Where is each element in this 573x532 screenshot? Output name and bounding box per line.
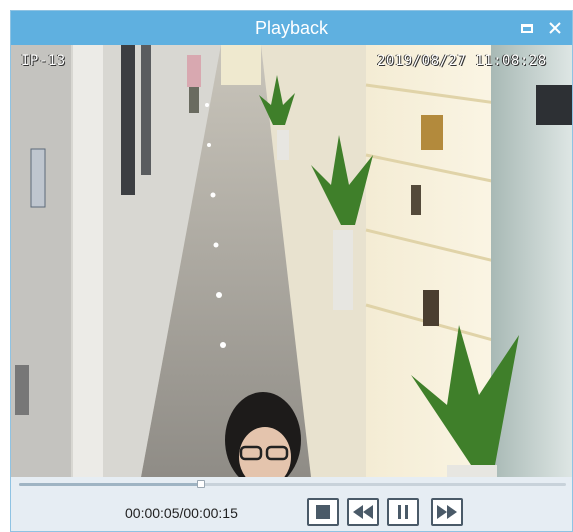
video-frame[interactable]: IP-13 2019/08/27 11:08:28 — [11, 45, 572, 477]
stop-icon — [316, 505, 330, 519]
playback-controls: 00:00:05/00:00:15 — [11, 477, 572, 531]
title-bar[interactable]: Playback — [11, 11, 572, 45]
close-button[interactable] — [542, 11, 568, 45]
pause-button[interactable] — [387, 498, 419, 526]
camera-label: IP-13 — [21, 53, 66, 69]
maximize-icon — [521, 23, 533, 33]
seek-bar[interactable] — [19, 480, 566, 488]
seek-progress — [19, 483, 202, 486]
stop-button[interactable] — [307, 498, 339, 526]
time-display: 00:00:05/00:00:15 — [125, 505, 238, 521]
seek-handle[interactable] — [197, 480, 206, 488]
close-icon — [549, 22, 561, 34]
window-title: Playback — [254, 18, 329, 38]
rewind-button[interactable] — [347, 498, 379, 526]
camera-image — [11, 45, 572, 477]
pause-icon — [398, 505, 408, 519]
video-timestamp: 2019/08/27 11:08:28 — [377, 53, 547, 69]
fast-forward-icon — [437, 505, 457, 519]
maximize-button[interactable] — [514, 11, 540, 45]
playback-window: Playback IP-13 2019/08/27 11:08:28 00:00… — [10, 10, 573, 532]
fast-forward-button[interactable] — [431, 498, 463, 526]
rewind-icon — [353, 505, 373, 519]
